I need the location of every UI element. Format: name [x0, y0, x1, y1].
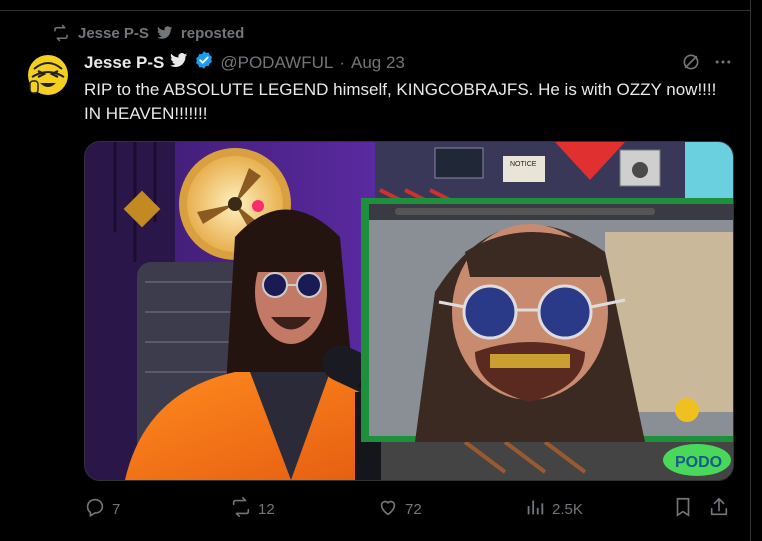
- tweet-header: Jesse P-S @PODAWFUL · Aug 23: [84, 50, 405, 75]
- share-icon: [708, 496, 730, 522]
- svg-text:PODO: PODO: [675, 454, 722, 471]
- repost-icon: [230, 496, 252, 522]
- tweet-media-image[interactable]: NOTICE PODO: [84, 141, 734, 481]
- grok-icon[interactable]: [681, 52, 701, 77]
- repost-button[interactable]: 12: [230, 496, 275, 522]
- like-button[interactable]: 72: [377, 496, 422, 522]
- tweet-action-bar: 7 12 72 2.5K: [84, 496, 734, 524]
- views-count: 2.5K: [552, 500, 583, 518]
- reposter-name[interactable]: Jesse P-S: [78, 25, 149, 42]
- repost-context[interactable]: Jesse P-S reposted: [52, 24, 244, 42]
- author-name[interactable]: Jesse P-S: [84, 53, 164, 73]
- views-button[interactable]: 2.5K: [524, 496, 583, 522]
- divider-top: [0, 10, 751, 11]
- bookmark-icon: [672, 496, 694, 522]
- bird-icon: [170, 52, 188, 73]
- tweet-header-actions: [681, 52, 733, 77]
- repost-icon: [52, 24, 70, 42]
- reply-count: 7: [112, 500, 121, 518]
- verified-badge-icon[interactable]: [194, 50, 214, 75]
- reply-button[interactable]: 7: [84, 496, 120, 522]
- tweet-date[interactable]: Aug 23: [351, 53, 405, 73]
- notice-sign-text: NOTICE: [510, 161, 537, 168]
- bird-icon: [156, 26, 173, 40]
- like-icon: [377, 496, 399, 522]
- bookmark-button[interactable]: [672, 496, 694, 522]
- show-logo: PODO: [663, 444, 731, 476]
- tweet-text: RIP to the ABSOLUTE LEGEND himself, KING…: [84, 80, 717, 123]
- reply-icon: [84, 496, 106, 522]
- author-handle[interactable]: @PODAWFUL: [220, 53, 333, 73]
- repost-count: 12: [258, 500, 275, 518]
- like-count: 72: [405, 500, 422, 518]
- repost-label: reposted: [180, 24, 245, 42]
- views-icon: [524, 496, 546, 522]
- avatar[interactable]: [24, 51, 72, 99]
- more-icon[interactable]: [713, 52, 733, 77]
- screen-inset: [361, 198, 733, 442]
- divider-right: [750, 0, 751, 541]
- date-separator: ·: [339, 52, 345, 72]
- share-button[interactable]: [708, 496, 730, 522]
